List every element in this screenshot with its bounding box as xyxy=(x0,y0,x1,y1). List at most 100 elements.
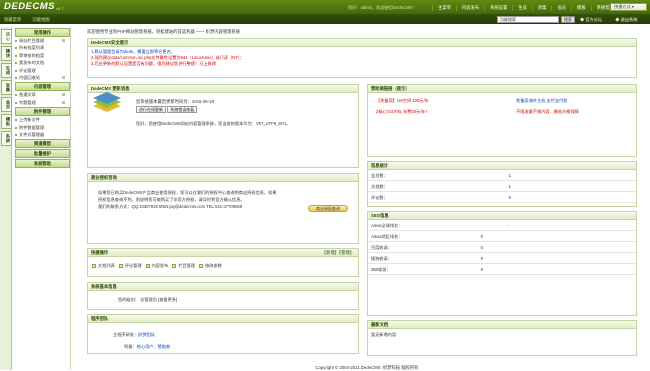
comment-icon xyxy=(118,264,123,268)
team-thanks-value[interactable]: 热心用户、赞助商 xyxy=(137,344,171,349)
seo-baidu-value: 0 xyxy=(480,245,483,250)
sidebar-section-common[interactable]: 常用操作 xyxy=(15,28,70,37)
doc-icon xyxy=(92,264,96,268)
seo-alexa-global-value: - xyxy=(506,223,508,228)
shortcut-doc-list[interactable]: 文档列表 xyxy=(92,263,115,269)
vtab-module[interactable]: 模块 xyxy=(1,46,12,61)
sidebar-section-batch[interactable]: 批量维护 xyxy=(15,149,70,159)
vtab-system[interactable]: 系统 xyxy=(1,131,12,146)
license-query-button[interactable]: 商业授权查询 xyxy=(308,205,348,212)
shortcut-columns[interactable]: 栏目管理 xyxy=(172,263,195,269)
sidebar-item-attachment-data[interactable]: 附件数据管理 xyxy=(12,124,70,131)
sidebar-item-topics[interactable]: 专题管理 xyxy=(12,99,70,106)
function-search-input[interactable]: 功能搜索 xyxy=(497,16,559,23)
vtab-collect[interactable]: 采集 xyxy=(1,80,12,95)
version-label: v5.7 xyxy=(56,6,64,11)
top-header: DEDECMS v5.7 您好：admin，欢迎使用DedeCMS！ 主菜单 内… xyxy=(0,0,650,14)
sponsor-link-3[interactable]: 2核心/1G内存 年费50元/年！ xyxy=(376,109,430,115)
nav-template[interactable]: 模板 xyxy=(571,5,591,11)
seo-panel-title: SEO信息 xyxy=(368,212,636,220)
sidebar-item-all-docs[interactable]: 所有档案列表 xyxy=(12,44,70,51)
sponsor-link-4[interactable]: 不限流量不限内容、最低价格保障 xyxy=(516,109,579,115)
quick-access-button[interactable]: 快捷方式 ▾ xyxy=(610,3,647,11)
publish-icon xyxy=(145,264,150,268)
nav-member[interactable]: 会员 xyxy=(551,5,571,11)
repair-button[interactable]: 系统错误修复 xyxy=(167,106,198,113)
version-info: 您好，您使用DedeCMS网站内容管理系统，您当前的版本号为：V57_UTF8_… xyxy=(136,121,291,126)
business-panel: 商业授权咨询 如果您已购买DedeCMS产品商业使用授权，您可以在我们的授权中心… xyxy=(87,173,359,244)
sidebar-item-my-docs[interactable]: 我发布的文档 xyxy=(12,59,70,66)
nav-system[interactable]: 系统设置 xyxy=(484,5,512,11)
sponsor-link-1[interactable]: 【免备案】US空间 100元/年 xyxy=(376,98,429,104)
function-map-link[interactable]: 功能地图 xyxy=(32,17,49,22)
stats-docs-label: 文档数： xyxy=(371,184,388,189)
sidebar-item-upload[interactable]: 上传新文件 xyxy=(12,116,70,123)
team-dev-value[interactable]: 织梦团队 xyxy=(138,332,155,337)
vertical-tabs: 核心 模块 生成 采集 会员 模板 系统 xyxy=(0,27,12,370)
shortcuts-manage-links[interactable]: 【新增】【管理】 xyxy=(322,249,354,256)
sysinfo-panel: 系统基本信息 您的级别： 总管理员 [查看更多] xyxy=(87,282,359,310)
sysinfo-panel-title: 系统基本信息 xyxy=(88,283,358,291)
sidebar-section-attachments[interactable]: 附件管理 xyxy=(15,107,70,117)
seo-sogou-label: 搜狗收录： xyxy=(371,256,392,261)
security-note-3[interactable]: 3.后台更新的默认设置是否有问题，强烈建议您进行整理！马上修改 xyxy=(88,61,636,67)
sidebar-item-columns[interactable]: 网站栏目管理 xyxy=(12,37,70,44)
seo-360-label: 360收录： xyxy=(371,267,391,272)
sidebar-item-articles[interactable]: 普通文章 xyxy=(12,91,70,98)
business-line-1: 如果您已购买DedeCMS产品商业使用授权，您可以在我们的授权中心查询到商业授权… xyxy=(98,190,277,195)
stats-members-label: 会员数： xyxy=(371,173,388,178)
latest-docs-panel: 最新文档 暂无新增内容 xyxy=(367,320,637,356)
latest-docs-empty: 暂无新增内容 xyxy=(371,332,397,337)
shortcuts-panel: 快捷操作 【新增】【管理】 文档列表 评论管理 内容发布 栏目管理 修改参数 xyxy=(87,248,359,277)
shortcut-settings[interactable]: 修改参数 xyxy=(199,263,222,269)
sidebar-item-file-manager[interactable]: 文件式管理器 xyxy=(12,131,70,138)
seo-panel: SEO信息 Alexa全球排名： - Alexa地区排名： 0 百度收录： 0 搜狗收… xyxy=(367,211,637,316)
seo-sogou-value: 0 xyxy=(480,256,483,261)
forum-link[interactable]: ◆ 官方论坛 xyxy=(580,17,608,22)
business-panel-title: 商业授权咨询 xyxy=(88,174,358,182)
shortcuts-panel-title: 快捷操作 【新增】【管理】 xyxy=(88,249,358,257)
seo-360-value: 0 xyxy=(480,267,483,272)
welcome-text: 您好：admin，欢迎使用DedeCMS！ xyxy=(348,5,417,10)
sidebar-item-pending-docs[interactable]: 等审核的档案 xyxy=(12,52,70,59)
settings-icon xyxy=(199,264,204,268)
stats-comments-label: 评论数： xyxy=(371,195,388,200)
sidebar: 常用操作 网站栏目管理 所有档案列表 等审核的档案 我发布的文档 评论管理 内容… xyxy=(12,27,71,370)
stats-panel-title: 信息统计 xyxy=(368,162,636,170)
latest-docs-title: 最新文档 xyxy=(368,321,636,329)
shortcut-comments[interactable]: 评论管理 xyxy=(118,263,142,269)
shortcut-publish[interactable]: 内容发布 xyxy=(145,263,168,269)
search-button[interactable]: 搜索 xyxy=(561,16,575,23)
online-update-button[interactable]: 进行在线更新 xyxy=(136,106,166,113)
vtab-generate[interactable]: 生成 xyxy=(1,63,12,78)
team-panel: 程序团队 主程序研发：织梦团队 鸣谢：热心用户、赞助商 xyxy=(87,314,359,354)
sidebar-section-content[interactable]: 内容管理 xyxy=(15,82,70,92)
nav-collect[interactable]: 采集 xyxy=(531,5,552,11)
sponsor-panel-title: 赞助商链接（提示） xyxy=(368,85,636,93)
nav-main-menu[interactable]: 主菜单 xyxy=(432,5,456,11)
nav-generate[interactable]: 生成 xyxy=(512,5,532,11)
team-thanks-label: 鸣谢： xyxy=(124,344,137,349)
update-time: 您系统版本最后更新时间为：2015-06-18 xyxy=(136,99,214,104)
hide-menu-link[interactable]: 隐藏菜单 xyxy=(4,17,21,22)
stats-panel: 信息统计 会员数： 1 文档数： 1 评论数： 0 xyxy=(367,161,637,207)
sponsor-panel: 赞助商链接（提示） 【免备案】US空间 100元/年 免备案海外主机 支付宝付款… xyxy=(367,84,637,157)
seo-alexa-region-label: Alexa地区排名： xyxy=(371,234,403,239)
stats-docs-value: 1 xyxy=(508,184,511,189)
sidebar-item-comments[interactable]: 评论管理 xyxy=(12,67,70,74)
sidebar-item-recycle[interactable]: 内容回收站 xyxy=(12,74,70,81)
stats-comments-value: 0 xyxy=(508,195,511,200)
level-label: 您的级别： xyxy=(118,297,139,302)
sidebar-section-help[interactable]: 系统帮助 xyxy=(15,159,70,169)
vtab-core[interactable]: 核心 xyxy=(1,29,12,44)
nav-content[interactable]: 内容发布 xyxy=(455,5,484,11)
update-panel: DedeCMS 更新消息 您系统版本最后更新时间为：2015-06-18 进行在… xyxy=(87,84,359,168)
vtab-member[interactable]: 会员 xyxy=(1,97,12,112)
level-value[interactable]: 总管理员 [查看更多] xyxy=(140,297,177,302)
vtab-template[interactable]: 模板 xyxy=(1,114,12,129)
security-panel: DedeCMS安全提示 1.默认管理目录为dede，需要立即将它更名； 2.强烈… xyxy=(87,38,637,78)
logout-link[interactable]: ◆ 退出系统 xyxy=(615,17,643,22)
seo-alexa-region-value: 0 xyxy=(480,234,483,239)
sponsor-link-2[interactable]: 免备案海外主机 支付宝付款 xyxy=(516,98,567,104)
sidebar-section-channels[interactable]: 频道模型 xyxy=(15,139,70,149)
